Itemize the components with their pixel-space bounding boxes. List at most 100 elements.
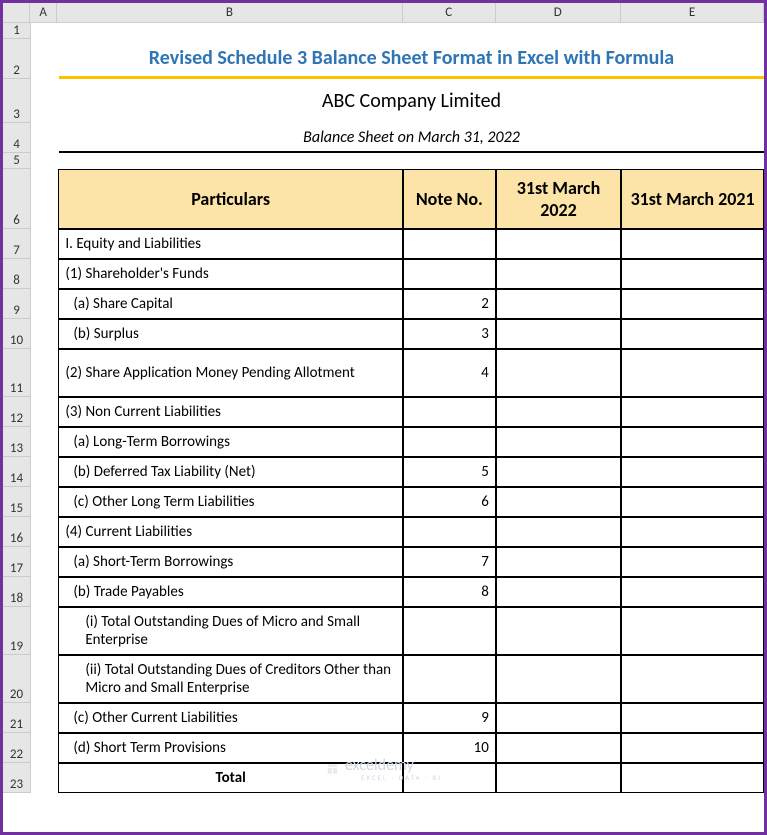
row-header-20[interactable]: 20 bbox=[3, 655, 31, 703]
sheet-subtitle[interactable]: Balance Sheet on March 31, 2022 bbox=[59, 123, 764, 153]
particulars-cell[interactable]: Total bbox=[58, 763, 403, 793]
particulars-cell[interactable]: (a) Share Capital bbox=[58, 289, 403, 319]
row-header-15[interactable]: 15 bbox=[3, 487, 31, 517]
particulars-cell[interactable]: (c) Other Long Term Liabilities bbox=[58, 487, 403, 517]
page-title[interactable]: Revised Schedule 3 Balance Sheet Format … bbox=[59, 39, 764, 79]
particulars-cell[interactable]: (4) Current Liabilities bbox=[58, 517, 403, 547]
row-header-14[interactable]: 14 bbox=[3, 457, 31, 487]
header-particulars[interactable]: Particulars bbox=[58, 169, 403, 229]
note-cell[interactable] bbox=[403, 397, 496, 427]
cell-A20[interactable] bbox=[31, 655, 58, 703]
cell-A1[interactable] bbox=[31, 23, 59, 39]
year1-cell[interactable] bbox=[496, 733, 621, 763]
year2-cell[interactable] bbox=[621, 349, 764, 397]
note-cell[interactable] bbox=[403, 655, 496, 703]
year1-cell[interactable] bbox=[496, 289, 621, 319]
particulars-cell[interactable]: I. Equity and Liabilities bbox=[58, 229, 403, 259]
cell-A10[interactable] bbox=[31, 319, 58, 349]
particulars-cell[interactable]: (2) Share Application Money Pending Allo… bbox=[58, 349, 403, 397]
year2-cell[interactable] bbox=[621, 763, 764, 793]
cell-A19[interactable] bbox=[31, 607, 58, 655]
year2-cell[interactable] bbox=[621, 397, 764, 427]
note-cell[interactable]: 5 bbox=[403, 457, 496, 487]
row-header-9[interactable]: 9 bbox=[3, 289, 31, 319]
particulars-cell[interactable]: (a) Long-Term Borrowings bbox=[58, 427, 403, 457]
particulars-cell[interactable]: (1) Shareholder's Funds bbox=[58, 259, 403, 289]
note-cell[interactable] bbox=[403, 763, 496, 793]
year2-cell[interactable] bbox=[621, 487, 764, 517]
note-cell[interactable]: 8 bbox=[403, 577, 496, 607]
col-header-A[interactable]: A bbox=[30, 3, 57, 22]
year2-cell[interactable] bbox=[621, 259, 764, 289]
row-header-18[interactable]: 18 bbox=[3, 577, 31, 607]
year2-cell[interactable] bbox=[621, 607, 764, 655]
year2-cell[interactable] bbox=[621, 289, 764, 319]
row-header-10[interactable]: 10 bbox=[3, 319, 31, 349]
note-cell[interactable] bbox=[403, 259, 496, 289]
year1-cell[interactable] bbox=[496, 427, 621, 457]
cell-A12[interactable] bbox=[31, 397, 58, 427]
note-cell[interactable] bbox=[403, 229, 496, 259]
year2-cell[interactable] bbox=[621, 547, 764, 577]
note-cell[interactable] bbox=[403, 427, 496, 457]
cell-A8[interactable] bbox=[31, 259, 58, 289]
particulars-cell[interactable]: (c) Other Current Liabilities bbox=[58, 703, 403, 733]
year1-cell[interactable] bbox=[496, 457, 621, 487]
row-header-1[interactable]: 1 bbox=[3, 23, 31, 39]
note-cell[interactable]: 4 bbox=[403, 349, 496, 397]
row-header-22[interactable]: 22 bbox=[3, 733, 31, 763]
col-header-C[interactable]: C bbox=[403, 3, 496, 22]
cell-A16[interactable] bbox=[31, 517, 58, 547]
select-all-corner[interactable] bbox=[3, 3, 30, 22]
year2-cell[interactable] bbox=[621, 703, 764, 733]
cell-B1[interactable] bbox=[59, 23, 764, 39]
year1-cell[interactable] bbox=[496, 517, 621, 547]
row-header-5[interactable]: 5 bbox=[3, 153, 31, 169]
row-header-4[interactable]: 4 bbox=[3, 123, 31, 153]
row-header-13[interactable]: 13 bbox=[3, 427, 31, 457]
year1-cell[interactable] bbox=[496, 547, 621, 577]
row-header-2[interactable]: 2 bbox=[3, 39, 31, 79]
col-header-B[interactable]: B bbox=[57, 3, 403, 22]
year2-cell[interactable] bbox=[621, 457, 764, 487]
note-cell[interactable]: 10 bbox=[403, 733, 496, 763]
particulars-cell[interactable]: (a) Short-Term Borrowings bbox=[58, 547, 403, 577]
cell-A14[interactable] bbox=[31, 457, 58, 487]
cell-A7[interactable] bbox=[31, 229, 58, 259]
year2-cell[interactable] bbox=[621, 427, 764, 457]
row-header-3[interactable]: 3 bbox=[3, 79, 31, 123]
particulars-cell[interactable]: (b) Trade Payables bbox=[58, 577, 403, 607]
particulars-cell[interactable]: (ii) Total Outstanding Dues of Creditors… bbox=[58, 655, 403, 703]
cell-A11[interactable] bbox=[31, 349, 58, 397]
particulars-cell[interactable]: (3) Non Current Liabilities bbox=[58, 397, 403, 427]
cell-A6[interactable] bbox=[31, 169, 58, 229]
cell-B5[interactable] bbox=[59, 153, 764, 169]
note-cell[interactable]: 9 bbox=[403, 703, 496, 733]
year2-cell[interactable] bbox=[621, 319, 764, 349]
note-cell[interactable] bbox=[403, 517, 496, 547]
year1-cell[interactable] bbox=[496, 349, 621, 397]
particulars-cell[interactable]: (d) Short Term Provisions bbox=[58, 733, 403, 763]
note-cell[interactable] bbox=[403, 607, 496, 655]
row-header-17[interactable]: 17 bbox=[3, 547, 31, 577]
row-header-19[interactable]: 19 bbox=[3, 607, 31, 655]
cell-A22[interactable] bbox=[31, 733, 58, 763]
cell-A18[interactable] bbox=[31, 577, 58, 607]
year2-cell[interactable] bbox=[621, 229, 764, 259]
row-header-11[interactable]: 11 bbox=[3, 349, 31, 397]
year1-cell[interactable] bbox=[496, 259, 621, 289]
year2-cell[interactable] bbox=[621, 577, 764, 607]
year1-cell[interactable] bbox=[496, 763, 621, 793]
year1-cell[interactable] bbox=[496, 487, 621, 517]
cell-A5[interactable] bbox=[31, 153, 59, 169]
particulars-cell[interactable]: (b) Deferred Tax Liability (Net) bbox=[58, 457, 403, 487]
particulars-cell[interactable]: (i) Total Outstanding Dues of Micro and … bbox=[58, 607, 403, 655]
year1-cell[interactable] bbox=[496, 319, 621, 349]
year2-cell[interactable] bbox=[621, 655, 764, 703]
cell-A4[interactable] bbox=[31, 123, 59, 153]
header-note[interactable]: Note No. bbox=[403, 169, 496, 229]
cell-A9[interactable] bbox=[31, 289, 58, 319]
row-header-8[interactable]: 8 bbox=[3, 259, 31, 289]
year1-cell[interactable] bbox=[496, 577, 621, 607]
cell-A15[interactable] bbox=[31, 487, 58, 517]
